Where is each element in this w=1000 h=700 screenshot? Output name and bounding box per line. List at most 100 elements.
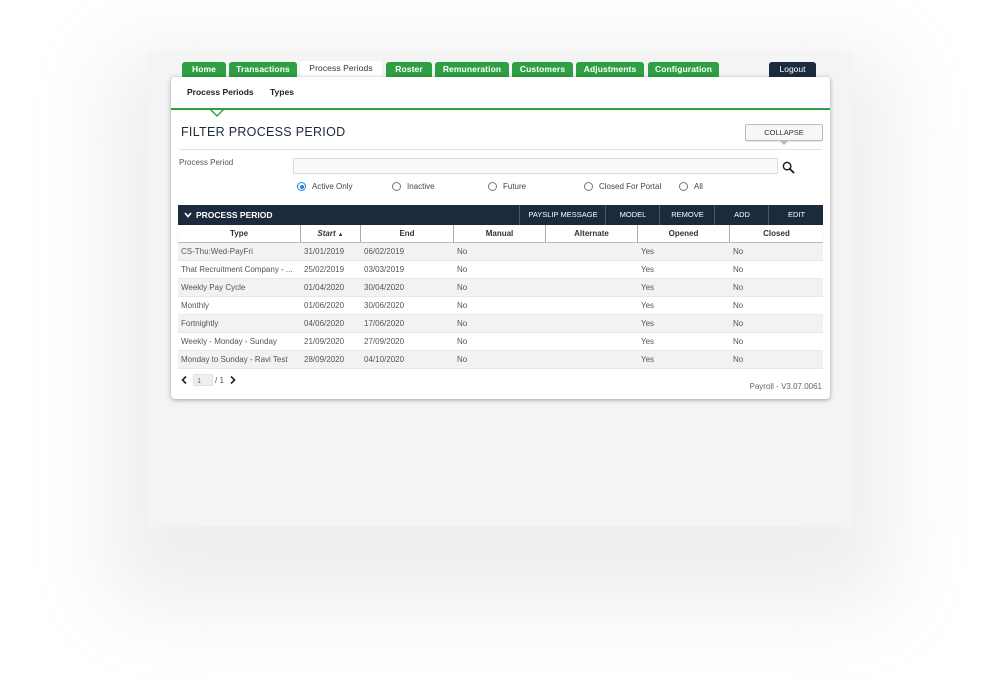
search-icon[interactable] xyxy=(782,161,795,174)
table-row[interactable]: Fortnightly 04/06/2020 17/06/2020 No Yes No xyxy=(178,315,823,333)
cell-closed: No xyxy=(733,247,744,256)
cell-closed: No xyxy=(733,355,744,364)
chevron-down-icon[interactable] xyxy=(184,211,192,219)
cell-opened: Yes xyxy=(641,283,655,292)
tab-customers[interactable]: Customers xyxy=(512,62,573,77)
cell-type: Weekly - Monday - Sunday xyxy=(181,337,277,346)
cell-start: 04/06/2020 xyxy=(304,319,345,328)
radio-label: All xyxy=(694,182,703,191)
payslip-message-button[interactable]: PAYSLIP MESSAGE xyxy=(519,205,606,225)
tab-configuration[interactable]: Configuration xyxy=(648,62,719,77)
cell-end: 30/04/2020 xyxy=(364,283,405,292)
cell-opened: Yes xyxy=(641,319,655,328)
radio-future[interactable]: Future xyxy=(488,182,526,191)
radio-active-only[interactable]: Active Only xyxy=(297,182,352,191)
subnav-process-periods[interactable]: Process Periods xyxy=(187,87,254,97)
table-row[interactable]: Monthly 01/06/2020 30/06/2020 No Yes No xyxy=(178,297,823,315)
cell-end: 04/10/2020 xyxy=(364,355,405,364)
cell-start: 01/04/2020 xyxy=(304,283,345,292)
tab-adjustments[interactable]: Adjustments xyxy=(576,62,644,77)
cell-closed: No xyxy=(733,283,744,292)
subnav-types[interactable]: Types xyxy=(270,87,294,97)
add-button[interactable]: ADD xyxy=(714,205,769,225)
pagination: 1 / 1 xyxy=(180,374,237,386)
cell-manual: No xyxy=(457,283,468,292)
column-header-closed[interactable]: Closed xyxy=(730,225,823,242)
edit-button[interactable]: EDIT xyxy=(768,205,824,225)
cell-start: 28/09/2020 xyxy=(304,355,345,364)
table-body: CS-Thu:Wed-PayFri 31/01/2019 06/02/2019 No Y… xyxy=(178,243,823,369)
version-label: Payroll - V3.07.0061 xyxy=(749,382,823,391)
cell-closed: No xyxy=(733,319,744,328)
cell-type: Monthly xyxy=(181,301,210,310)
radio-label: Active Only xyxy=(312,182,353,191)
logout-button[interactable]: Logout xyxy=(769,62,816,77)
tab-home[interactable]: Home xyxy=(182,62,226,77)
table-row[interactable]: Weekly Pay Cycle 01/04/2020 30/04/2020 No Ye… xyxy=(178,279,823,297)
table-row[interactable]: Weekly - Monday - Sunday 21/09/2020 27/09/… xyxy=(178,333,823,351)
cell-type: Weekly Pay Cycle xyxy=(181,283,246,292)
sub-navigation: Process Periods Types xyxy=(187,87,308,97)
radio-label: Inactive xyxy=(407,182,435,191)
table-column-headers: Type Start ▲ End Manual Alternate Opened … xyxy=(178,225,823,243)
radio-button-icon xyxy=(488,182,497,191)
subnav-divider xyxy=(171,108,830,110)
cell-start: 31/01/2019 xyxy=(304,247,345,256)
cell-manual: No xyxy=(457,337,468,346)
filter-divider xyxy=(179,149,822,150)
tab-remuneration[interactable]: Remuneration xyxy=(435,62,509,77)
filter-title: FILTER PROCESS PERIOD xyxy=(181,125,346,139)
column-header-type[interactable]: Type xyxy=(178,225,301,242)
table-toolbar: PROCESS PERIOD PAYSLIP MESSAGE MODEL REM… xyxy=(178,205,823,225)
cell-manual: No xyxy=(457,355,468,364)
cell-end: 06/02/2019 xyxy=(364,247,405,256)
cell-type: CS-Thu:Wed-PayFri xyxy=(181,247,253,256)
cell-manual: No xyxy=(457,247,468,256)
cell-start: 25/02/2019 xyxy=(304,265,345,274)
process-period-label: Process Period xyxy=(179,158,234,167)
radio-button-icon xyxy=(392,182,401,191)
column-header-start[interactable]: Start ▲ xyxy=(301,225,361,242)
table-row[interactable]: CS-Thu:Wed-PayFri 31/01/2019 06/02/2019 No Y… xyxy=(178,243,823,261)
radio-button-icon xyxy=(679,182,688,191)
table-row[interactable]: Monday to Sunday - Ravi Test 28/09/2020 04… xyxy=(178,351,823,369)
process-period-panel: Process Periods Types FILTER PROCESS PER… xyxy=(171,77,830,399)
remove-button[interactable]: REMOVE xyxy=(659,205,715,225)
model-button[interactable]: MODEL xyxy=(605,205,660,225)
cell-manual: No xyxy=(457,265,468,274)
column-header-alternate[interactable]: Alternate xyxy=(546,225,638,242)
cell-start: 01/06/2020 xyxy=(304,301,345,310)
next-page-icon[interactable] xyxy=(228,375,237,385)
current-page-input[interactable]: 1 xyxy=(193,374,213,386)
cell-end: 27/09/2020 xyxy=(364,337,405,346)
cell-closed: No xyxy=(733,301,744,310)
radio-button-icon xyxy=(297,182,306,191)
cell-end: 17/06/2020 xyxy=(364,319,405,328)
collapse-button[interactable]: COLLAPSE xyxy=(745,124,823,145)
radio-label: Closed For Portal xyxy=(599,182,662,191)
radio-all[interactable]: All xyxy=(679,182,703,191)
cell-type: Fortnightly xyxy=(181,319,219,328)
table-row[interactable]: That Recruitment Company - ... 25/02/2019… xyxy=(178,261,823,279)
cell-closed: No xyxy=(733,265,744,274)
table-title: PROCESS PERIOD xyxy=(196,210,273,220)
column-header-manual[interactable]: Manual xyxy=(454,225,546,242)
process-period-input[interactable] xyxy=(293,158,778,174)
radio-closed-for-portal[interactable]: Closed For Portal xyxy=(584,182,661,191)
page-total: / 1 xyxy=(215,375,224,385)
tab-process-periods[interactable]: Process Periods xyxy=(300,61,382,78)
radio-label: Future xyxy=(503,182,527,191)
tab-roster[interactable]: Roster xyxy=(386,62,432,77)
column-header-end[interactable]: End xyxy=(361,225,454,242)
column-header-label: Start xyxy=(317,229,336,238)
tab-transactions[interactable]: Transactions xyxy=(229,62,297,77)
previous-page-icon[interactable] xyxy=(180,375,189,385)
radio-button-icon xyxy=(584,182,593,191)
radio-inactive[interactable]: Inactive xyxy=(392,182,435,191)
active-subnav-indicator-inner xyxy=(212,110,222,115)
column-header-opened[interactable]: Opened xyxy=(638,225,730,242)
cell-opened: Yes xyxy=(641,265,655,274)
cell-type: Monday to Sunday - Ravi Test xyxy=(181,355,288,364)
cell-manual: No xyxy=(457,301,468,310)
cell-start: 21/09/2020 xyxy=(304,337,345,346)
